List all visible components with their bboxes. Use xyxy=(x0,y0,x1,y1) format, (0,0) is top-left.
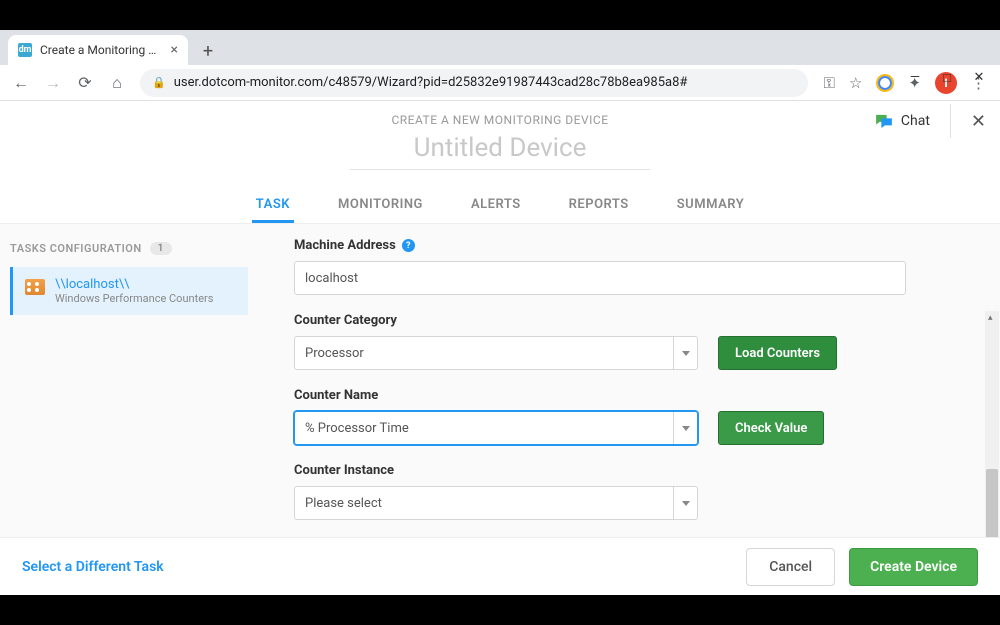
address-bar: ← → ⟳ ⌂ 🔒 user.dotcom-monitor.com/c48579… xyxy=(0,65,1000,101)
sidebar-item-title: \\localhost\\ xyxy=(55,277,213,292)
counter-name-select[interactable]: % Processor Time xyxy=(294,411,698,445)
maximize-icon[interactable]: □ xyxy=(940,70,954,86)
counter-name-label: Counter Name xyxy=(294,388,698,403)
key-icon[interactable]: ⚿ xyxy=(824,74,835,92)
sidebar: TASKS CONFIGURATION 1 \\localhost\\ Wind… xyxy=(0,224,258,537)
form-panel: Machine Address ? Counter Category Proce… xyxy=(258,224,1000,537)
sidebar-item-task[interactable]: \\localhost\\ Windows Performance Counte… xyxy=(10,267,248,315)
new-tab-button[interactable]: + xyxy=(194,37,222,65)
scroll-up-icon[interactable]: ▴ xyxy=(988,313,993,323)
sidebar-heading: TASKS CONFIGURATION 1 xyxy=(10,242,248,255)
device-title[interactable]: Untitled Device xyxy=(414,133,587,169)
tab-title: Create a Monitoring Device xyxy=(40,43,163,57)
scroll-thumb[interactable] xyxy=(986,469,998,537)
browser-tabstrip: dm Create a Monitoring Device × + xyxy=(0,30,1000,65)
wizard-tabs: TASK MONITORING ALERTS REPORTS SUMMARY xyxy=(0,188,1000,224)
url-text: user.dotcom-monitor.com/c48579/Wizard?pi… xyxy=(174,75,796,90)
favicon: dm xyxy=(18,43,32,57)
back-button[interactable]: ← xyxy=(8,70,34,96)
minimize-icon[interactable]: — xyxy=(908,70,922,85)
counter-instance-select[interactable]: Please select xyxy=(294,486,698,520)
scrollbar[interactable]: ▴ ▾ xyxy=(985,311,999,537)
tab-monitoring[interactable]: MONITORING xyxy=(334,188,427,223)
counter-instance-label: Counter Instance xyxy=(294,463,698,478)
browser-tab[interactable]: dm Create a Monitoring Device × xyxy=(8,35,188,65)
machine-address-label: Machine Address ? xyxy=(294,238,964,253)
extension-icon[interactable] xyxy=(876,74,894,92)
footer: Select a Different Task Cancel Create De… xyxy=(0,537,1000,595)
reload-button[interactable]: ⟳ xyxy=(72,70,98,96)
counter-category-label: Counter Category xyxy=(294,313,698,328)
machine-address-input[interactable] xyxy=(294,261,906,295)
chevron-down-icon xyxy=(673,412,697,444)
tab-reports[interactable]: REPORTS xyxy=(565,188,633,223)
close-window-icon[interactable]: ✕ xyxy=(972,70,986,85)
close-tab-icon[interactable]: × xyxy=(171,42,178,58)
cancel-button[interactable]: Cancel xyxy=(746,548,835,586)
star-icon[interactable]: ☆ xyxy=(849,74,862,92)
window-controls: — □ ✕ xyxy=(894,60,1000,95)
task-count-badge: 1 xyxy=(150,242,172,255)
chevron-down-icon xyxy=(673,487,697,519)
tab-summary[interactable]: SUMMARY xyxy=(673,188,748,223)
help-icon[interactable]: ? xyxy=(402,239,415,252)
lock-icon: 🔒 xyxy=(152,76,166,89)
chevron-down-icon xyxy=(673,337,697,369)
check-value-button[interactable]: Check Value xyxy=(718,411,824,445)
title-underline xyxy=(350,169,650,170)
tab-task[interactable]: TASK xyxy=(252,188,294,223)
forward-button[interactable]: → xyxy=(40,70,66,96)
tab-alerts[interactable]: ALERTS xyxy=(467,188,525,223)
counter-category-select[interactable]: Processor xyxy=(294,336,698,370)
task-icon xyxy=(25,279,45,295)
select-different-task-link[interactable]: Select a Different Task xyxy=(22,559,164,575)
create-device-button[interactable]: Create Device xyxy=(849,548,978,586)
load-counters-button[interactable]: Load Counters xyxy=(718,336,837,370)
page-subtitle: CREATE A NEW MONITORING DEVICE xyxy=(0,113,1000,127)
chat-icon xyxy=(875,114,893,128)
sidebar-item-subtitle: Windows Performance Counters xyxy=(55,292,213,305)
home-button[interactable]: ⌂ xyxy=(104,70,130,96)
url-field[interactable]: 🔒 user.dotcom-monitor.com/c48579/Wizard?… xyxy=(140,69,808,97)
